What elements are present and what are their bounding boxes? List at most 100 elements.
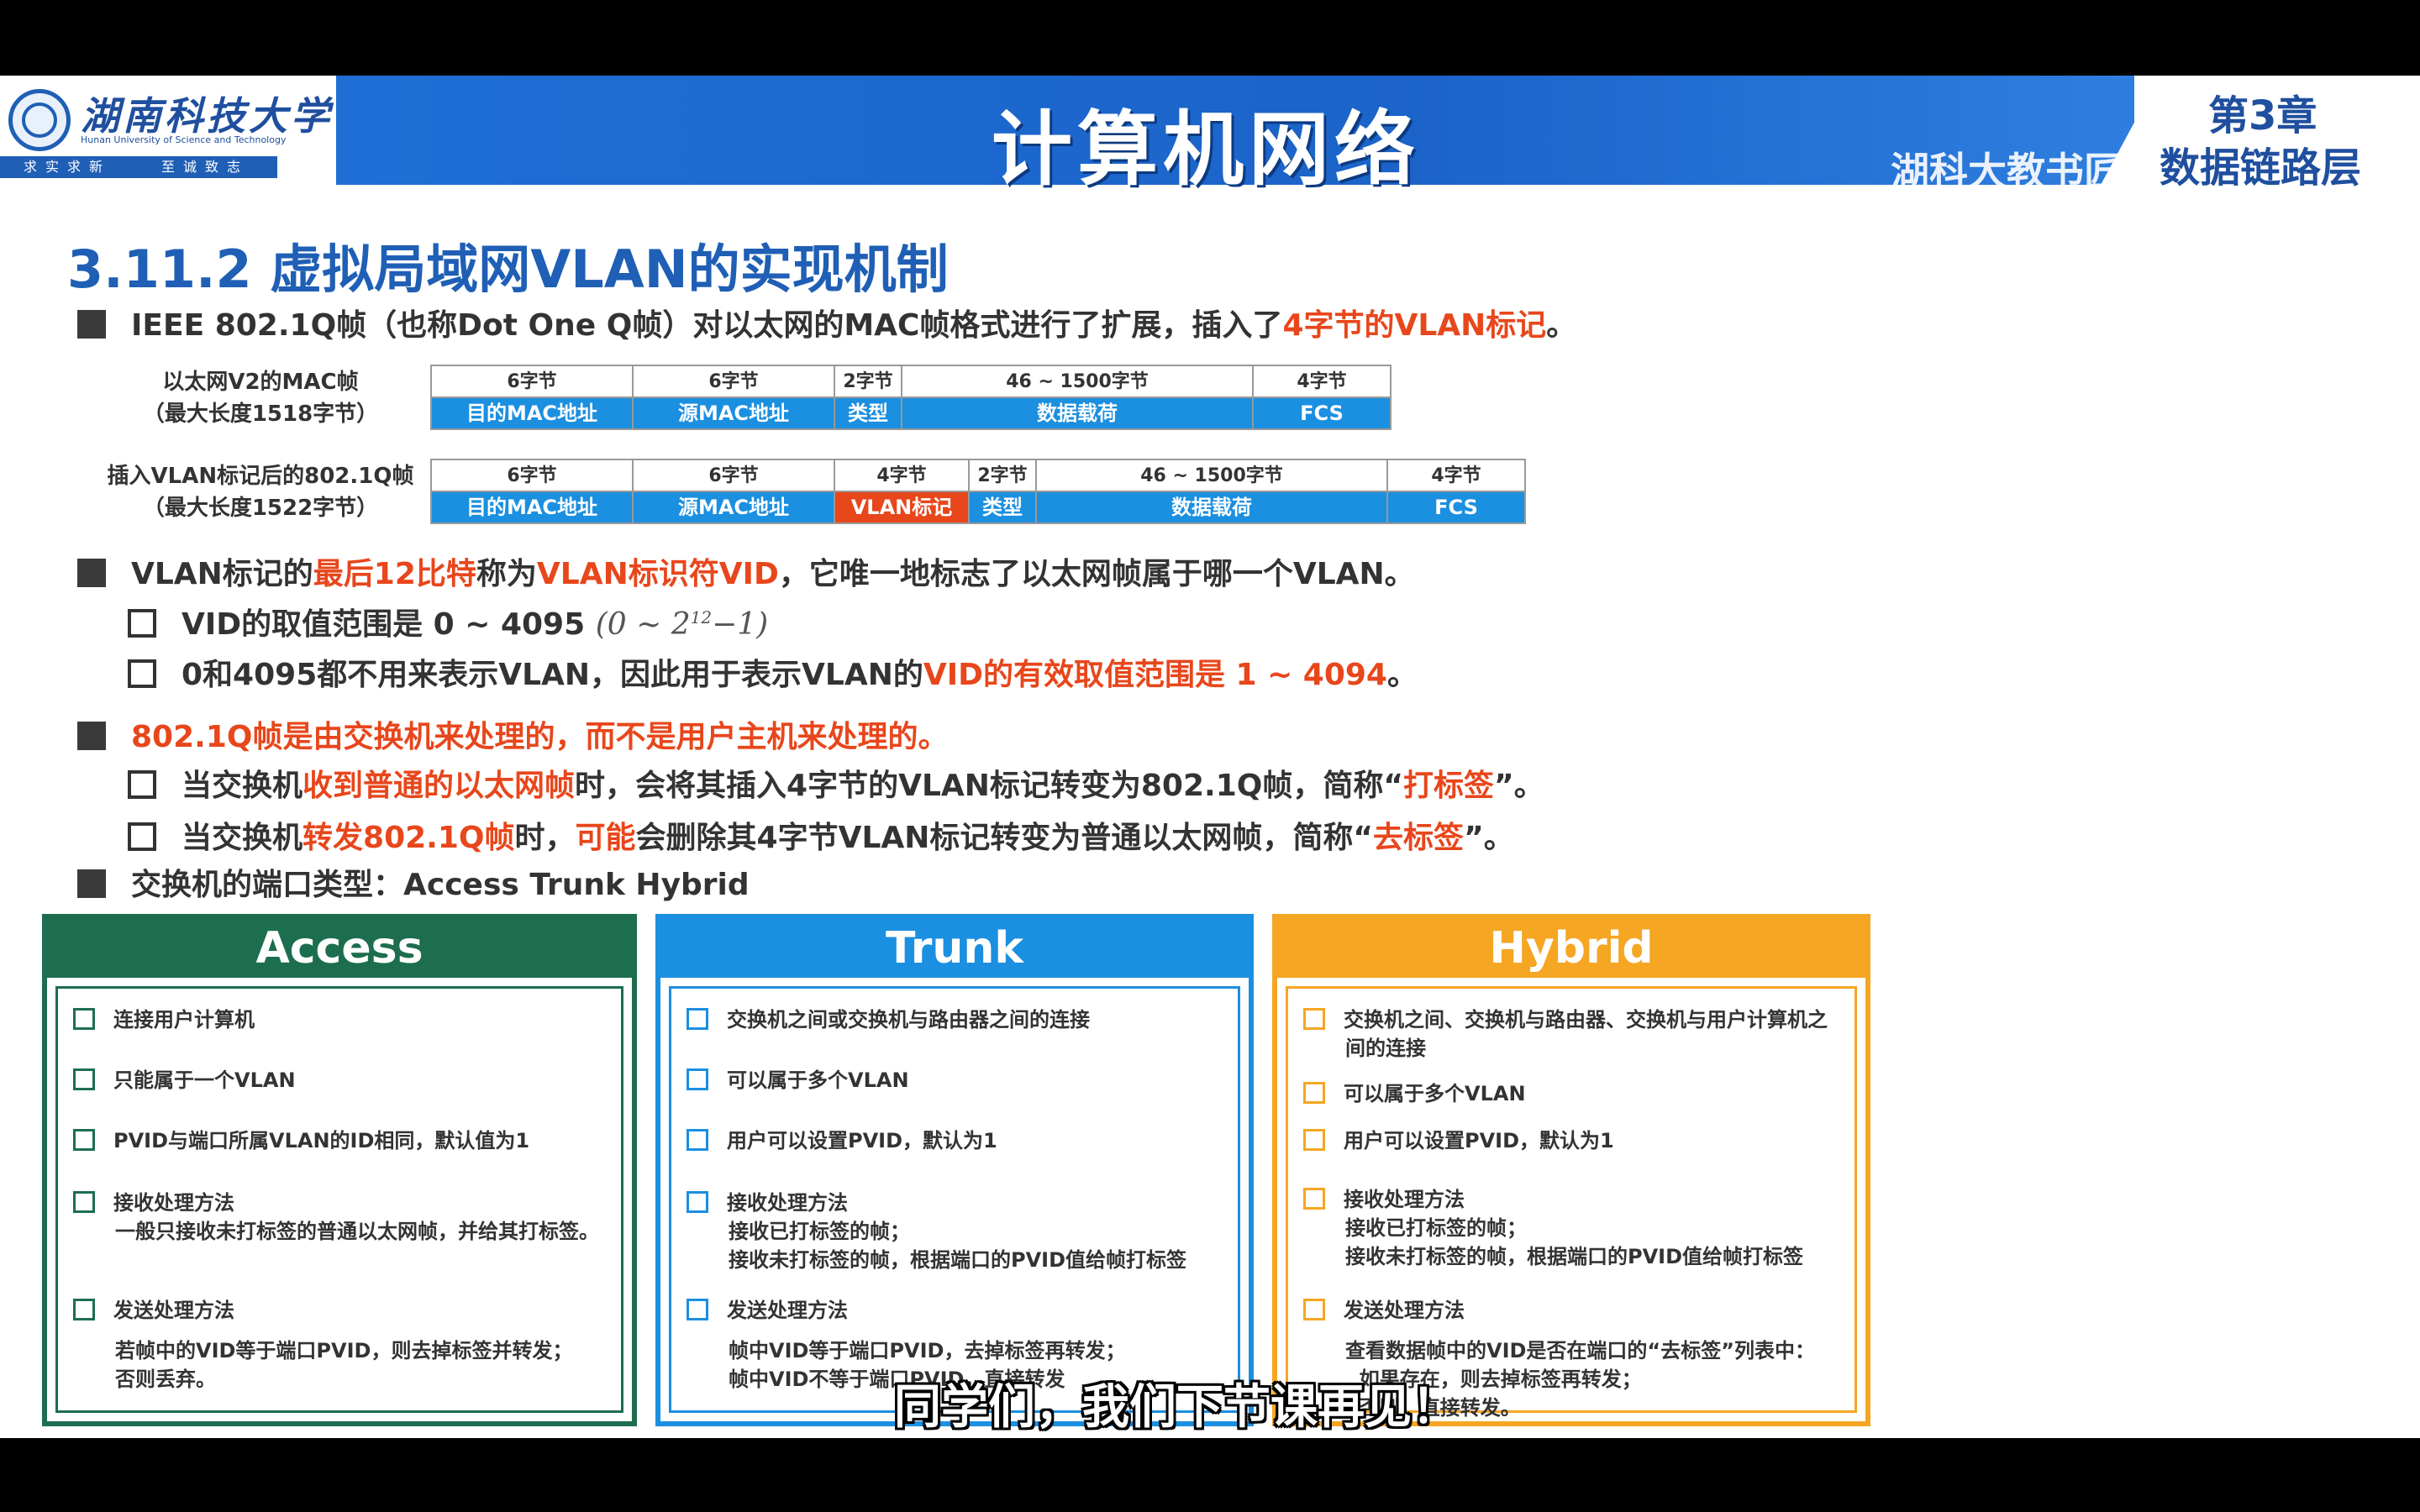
checkbox-icon bbox=[687, 1299, 708, 1320]
bullet-highlight: VID的有效取值范围是 1 ~ 4094 bbox=[923, 658, 1387, 692]
access-title: Access bbox=[47, 919, 632, 978]
frame-field: 6字节 目的MAC地址 bbox=[432, 366, 634, 428]
formula-part: −1) bbox=[712, 607, 769, 642]
item-label: 发送处理方法 bbox=[1344, 1299, 1465, 1322]
field-size: 6字节 bbox=[432, 460, 632, 492]
item-label: 只能属于一个VLAN bbox=[113, 1068, 296, 1092]
frame2-label: 插入VLAN标记后的802.1Q帧 （最大长度1522字节） bbox=[92, 460, 429, 524]
bullet-text: 0和4095都不用来表示VLAN，因此用于表示VLAN的 bbox=[182, 658, 923, 692]
field-name: 类型 bbox=[970, 492, 1035, 522]
frame2-label-line2: （最大长度1522字节） bbox=[142, 496, 379, 521]
course-subtitle: 湖科大教书匠 bbox=[1891, 149, 2123, 194]
checkbox-icon bbox=[128, 609, 156, 638]
bullet-text: 称为 bbox=[476, 557, 537, 591]
bullet-text: 时，会将其插入4字节的VLAN标记转变为802.1Q帧，简称“ bbox=[575, 769, 1404, 803]
vlan-tag-field: VLAN标记 bbox=[835, 492, 968, 522]
item-detail: 若帧中的VID等于端口PVID，则去掉标签并转发； 否则丢弃。 bbox=[115, 1339, 573, 1391]
bullet-text: ”。 bbox=[1494, 769, 1544, 803]
video-caption: 同学们，我们下节课再见！ bbox=[894, 1380, 1459, 1435]
bullet-text: 。 bbox=[1386, 658, 1418, 692]
field-name: 源MAC地址 bbox=[634, 398, 834, 428]
frame-field: 6字节 目的MAC地址 bbox=[432, 460, 634, 522]
bullet-highlight: VLAN标识符VID bbox=[536, 557, 779, 591]
field-size: 4字节 bbox=[1388, 460, 1524, 492]
item-label: 用户可以设置PVID，默认为1 bbox=[727, 1129, 997, 1152]
list-item: 接收处理方法一般只接收未打标签的普通以太网帧，并给其打标签。 bbox=[73, 1189, 611, 1246]
sub-bullet-untagging: 当交换机转发802.1Q帧时，可能会删除其4字节VLAN标记转变为普通以太网帧，… bbox=[128, 813, 1514, 857]
motto-part: 至诚致志 bbox=[161, 159, 250, 175]
list-item: 连接用户计算机 bbox=[73, 1005, 611, 1034]
item-label: 可以属于多个VLAN bbox=[727, 1068, 909, 1092]
item-label: 发送处理方法 bbox=[113, 1299, 234, 1322]
item-label: 接收处理方法 bbox=[113, 1191, 234, 1215]
list-item: 发送处理方法若帧中的VID等于端口PVID，则去掉标签并转发； 否则丢弃。 bbox=[73, 1296, 611, 1394]
checkbox-icon bbox=[73, 1068, 95, 1090]
frame2-label-line1: 插入VLAN标记后的802.1Q帧 bbox=[107, 464, 414, 489]
course-title: 计算机网络 bbox=[992, 102, 1420, 197]
vid-range-formula: (0 ~ 212−1) bbox=[596, 607, 768, 642]
item-detail: 一般只接收未打标签的普通以太网帧，并给其打标签。 bbox=[115, 1220, 599, 1243]
hybrid-port-box: Hybrid 交换机之间、交换机与路由器、交换机与用户计算机之间的连接 可以属于… bbox=[1272, 914, 1870, 1426]
checkbox-icon bbox=[128, 770, 156, 799]
field-size: 4字节 bbox=[1254, 366, 1390, 398]
field-size: 4字节 bbox=[835, 460, 968, 492]
item-label: 可以属于多个VLAN bbox=[1344, 1082, 1526, 1105]
sub-bullet-vid-range: VID的取值范围是 0 ~ 4095 (0 ~ 212−1) bbox=[128, 600, 768, 643]
field-name: FCS bbox=[1388, 492, 1524, 522]
trunk-title: Trunk bbox=[660, 919, 1249, 978]
logo-panel: 湖南科技大学 Hunan University of Science and T… bbox=[0, 76, 336, 185]
frame-field: 46 ~ 1500字节 数据载荷 bbox=[1037, 460, 1388, 522]
bullet-highlight: 最后12比特 bbox=[313, 557, 476, 591]
frame1-label: 以太网V2的MAC帧 （最大长度1518字节） bbox=[101, 366, 420, 430]
checkbox-icon bbox=[73, 1191, 95, 1213]
section-title: 3.11.2 虚拟局域网VLAN的实现机制 bbox=[67, 239, 949, 300]
checkbox-icon bbox=[687, 1191, 708, 1213]
access-content: 连接用户计算机 只能属于一个VLAN PVID与端口所属VLAN的ID相同，默认… bbox=[55, 986, 623, 1413]
formula-exponent: 12 bbox=[690, 607, 713, 627]
bullet-text: VID的取值范围是 0 ~ 4095 bbox=[182, 607, 586, 642]
list-item: 接收处理方法 接收已打标签的帧； 接收未打标签的帧，根据端口的PVID值给帧打标签 bbox=[1303, 1185, 1844, 1271]
item-label: 发送处理方法 bbox=[727, 1299, 848, 1322]
bullet-text: 交换机的端口类型：Access Trunk Hybrid bbox=[131, 868, 750, 902]
bullet-square-icon bbox=[77, 310, 106, 339]
frame-field: 6字节 源MAC地址 bbox=[634, 460, 835, 522]
list-item: 只能属于一个VLAN bbox=[73, 1066, 611, 1095]
list-item: 用户可以设置PVID，默认为1 bbox=[687, 1126, 1228, 1155]
checkbox-icon bbox=[1303, 1188, 1325, 1210]
bullet-highlight: 可能 bbox=[575, 821, 636, 855]
frame-field: 4字节 FCS bbox=[1388, 460, 1524, 522]
bullet-text: 会删除其4字节VLAN标记转变为普通以太网帧，简称“ bbox=[635, 821, 1374, 855]
list-item: 交换机之间、交换机与路由器、交换机与用户计算机之间的连接 bbox=[1303, 1005, 1844, 1063]
chapter-title: 第3章 bbox=[2208, 92, 2317, 139]
university-motto: 求实求新 至诚致志 bbox=[0, 156, 277, 178]
access-port-box: Access 连接用户计算机 只能属于一个VLAN PVID与端口所属VLAN的… bbox=[42, 914, 637, 1426]
field-name: 数据载荷 bbox=[1037, 492, 1386, 522]
frame-field: 46 ~ 1500字节 数据载荷 bbox=[902, 366, 1254, 428]
frame-field: 6字节 源MAC地址 bbox=[634, 366, 835, 428]
dot1q-frame: 6字节 目的MAC地址 6字节 源MAC地址 4字节 VLAN标记 2字节 类型 46 … bbox=[430, 459, 1526, 524]
item-label: 接收处理方法 bbox=[727, 1191, 848, 1215]
item-detail: 接收已打标签的帧； 接收未打标签的帧，根据端口的PVID值给帧打标签 bbox=[729, 1220, 1187, 1272]
bullet-switch-processing: 802.1Q帧是由交换机来处理的，而不是用户主机来处理的。 bbox=[77, 712, 948, 756]
bullet-text: 时， bbox=[514, 821, 576, 855]
list-item: 交换机之间或交换机与路由器之间的连接 bbox=[687, 1005, 1228, 1034]
bullet-text: 。 bbox=[1546, 308, 1577, 343]
bullet-highlight: 打标签 bbox=[1403, 769, 1495, 803]
bullet-text: ”。 bbox=[1464, 821, 1514, 855]
list-item: 用户可以设置PVID，默认为1 bbox=[1303, 1126, 1844, 1155]
item-label: 交换机之间、交换机与路由器、交换机与用户计算机之间的连接 bbox=[1344, 1008, 1828, 1060]
field-size: 6字节 bbox=[432, 366, 632, 398]
hybrid-title: Hybrid bbox=[1277, 919, 1865, 978]
university-emblem-icon bbox=[8, 89, 71, 151]
bullet-square-icon bbox=[77, 722, 106, 750]
trunk-content: 交换机之间或交换机与路由器之间的连接 可以属于多个VLAN 用户可以设置PVID… bbox=[669, 986, 1240, 1413]
bullet-highlight: 4字节的VLAN标记 bbox=[1282, 308, 1547, 343]
frame-field: 4字节 FCS bbox=[1254, 366, 1390, 428]
item-label: 接收处理方法 bbox=[1344, 1188, 1465, 1211]
field-size: 46 ~ 1500字节 bbox=[902, 366, 1252, 398]
field-size: 46 ~ 1500字节 bbox=[1037, 460, 1386, 492]
frame-field: 4字节 VLAN标记 bbox=[835, 460, 970, 522]
field-name: 目的MAC地址 bbox=[432, 398, 632, 428]
list-item: 可以属于多个VLAN bbox=[687, 1066, 1228, 1095]
slide: 湖南科技大学 Hunan University of Science and T… bbox=[0, 76, 2420, 1438]
